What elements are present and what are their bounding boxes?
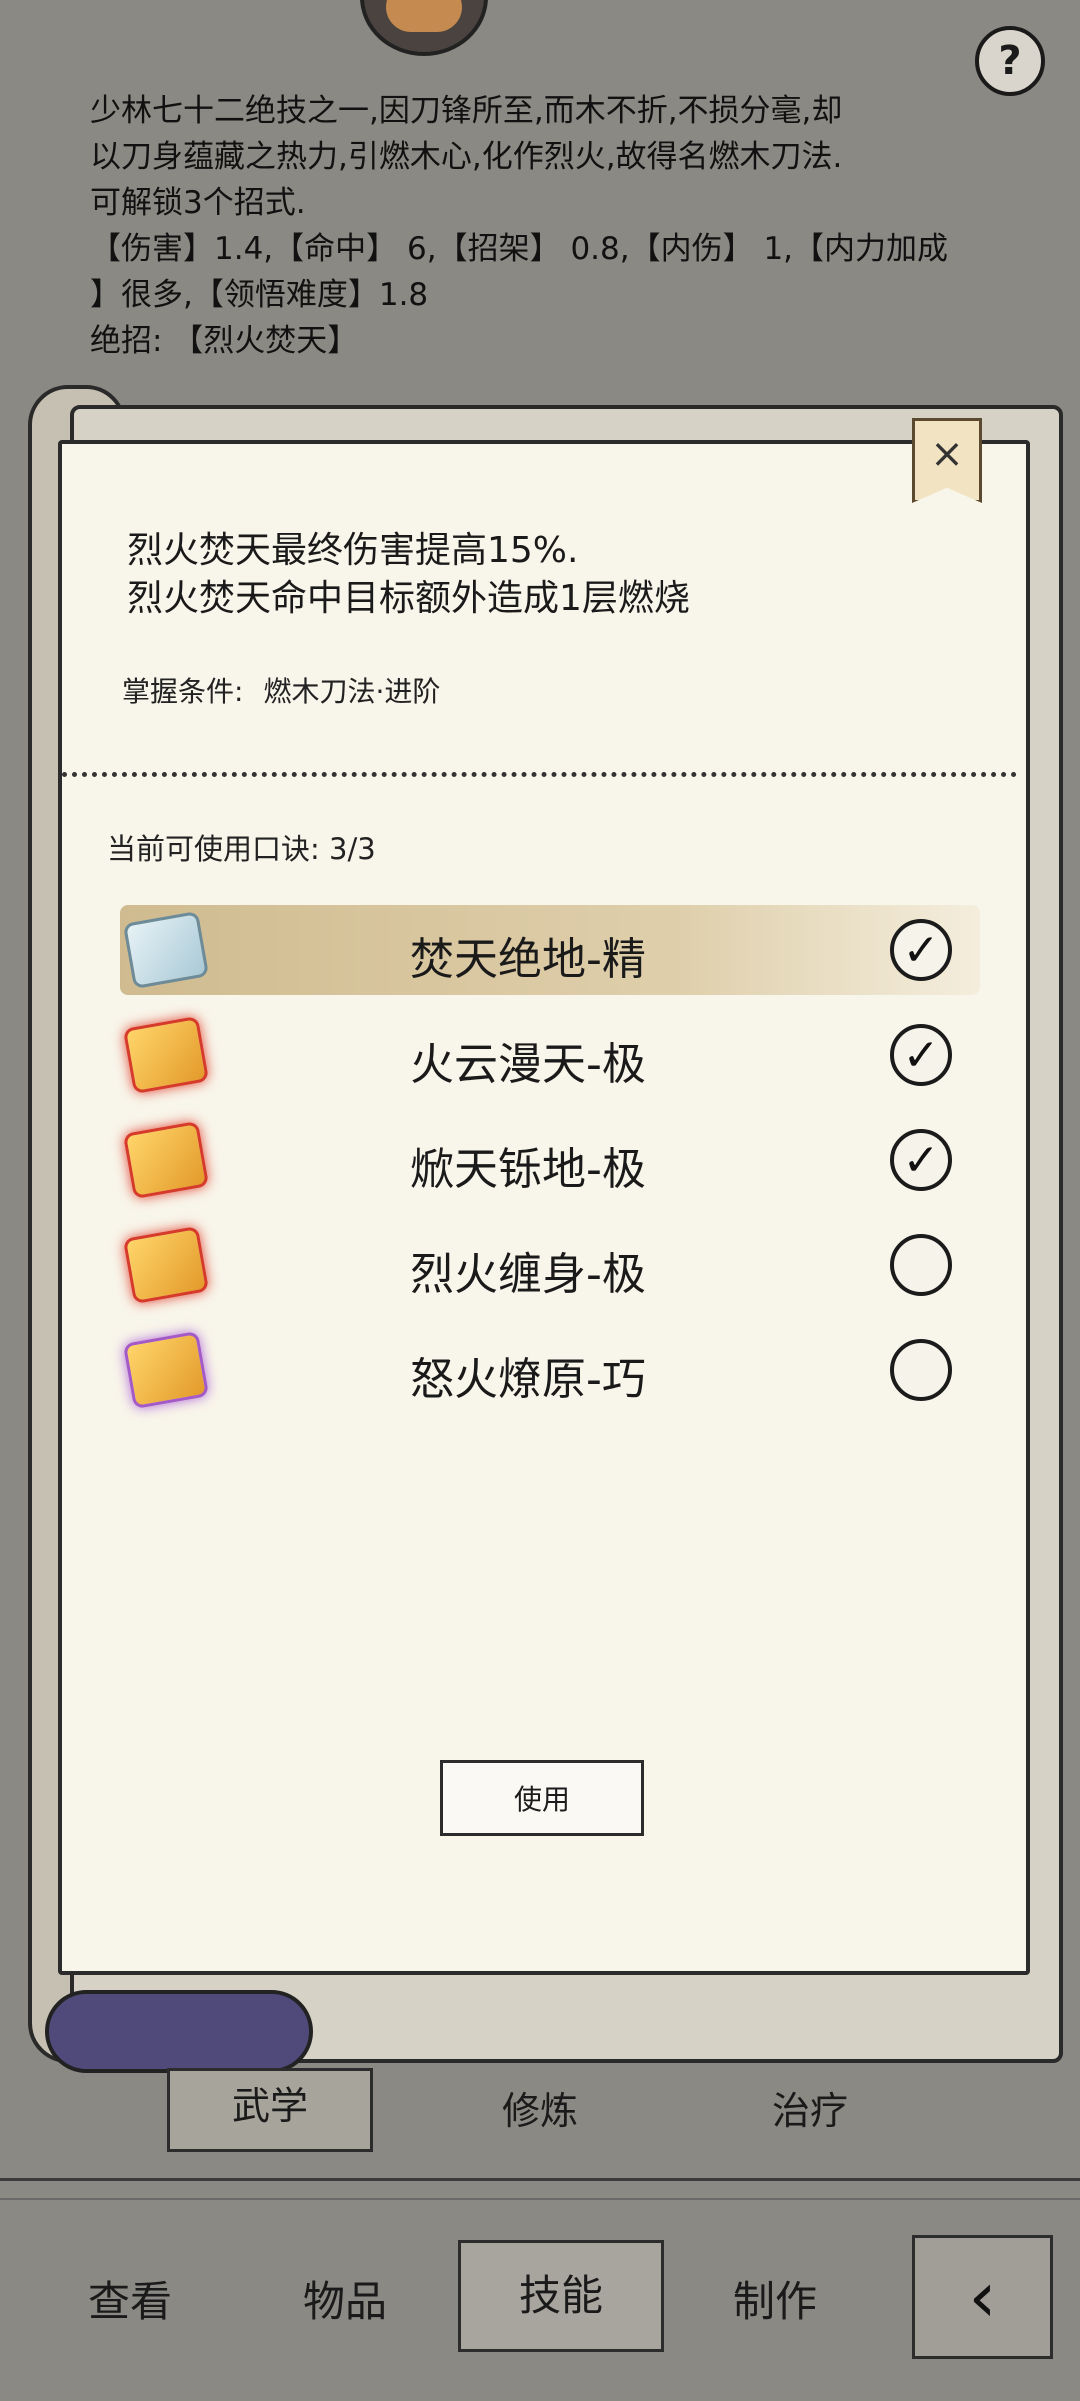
available-count: 当前可使用口诀: 3/3 <box>107 832 376 866</box>
tab-view[interactable]: 查看 <box>30 2268 230 2329</box>
skill-description: 少林七十二绝技之一,因刀锋所至,而木不折,不损分毫,却 以刀身蕴藏之热力,引燃木… <box>90 88 1050 364</box>
scroll-purple-icon <box>122 1330 210 1410</box>
effect-description: 烈火焚天最终伤害提高15%. 烈火焚天命中目标额外造成1层燃烧 <box>127 527 690 623</box>
condition-label: 掌握条件: <box>122 675 244 708</box>
checkbox-empty[interactable] <box>890 1234 952 1296</box>
subtab-healing[interactable]: 治疗 <box>710 2080 910 2135</box>
tab-items[interactable]: 物品 <box>245 2268 445 2329</box>
description-line: 】很多,【领悟难度】1.8 <box>90 277 429 313</box>
tab-crafting[interactable]: 制作 <box>675 2268 875 2329</box>
character-avatar <box>360 0 488 56</box>
divider <box>0 2198 1080 2200</box>
item-name: 烈火缠身-极 <box>410 1249 646 1300</box>
scroll-gold-icon <box>122 1120 210 1200</box>
description-line: 绝招: 【烈火焚天】 <box>90 323 359 359</box>
checkbox-checked[interactable]: ✓ <box>890 919 952 981</box>
item-name: 焮天铄地-极 <box>410 1144 646 1195</box>
description-line: 可解锁3个招式. <box>90 185 306 221</box>
scroll-end-cap <box>45 1990 313 2073</box>
item-name: 怒火燎原-巧 <box>410 1354 646 1405</box>
mastery-condition: 掌握条件: 燃木刀法·进阶 <box>122 670 440 710</box>
list-item[interactable]: 火云漫天-极 ✓ <box>120 1010 980 1100</box>
description-line: 以刀身蕴藏之热力,引燃木心,化作烈火,故得名燃木刀法. <box>90 139 843 175</box>
checkmark-icon: ✓ <box>902 1029 940 1081</box>
description-line: 少林七十二绝技之一,因刀锋所至,而木不折,不损分毫,却 <box>90 93 843 129</box>
close-icon: × <box>930 430 964 477</box>
item-name: 火云漫天-极 <box>410 1039 646 1090</box>
scroll-gold-icon <box>122 1225 210 1305</box>
list-item[interactable]: 焚天绝地-精 ✓ <box>120 905 980 995</box>
checkbox-checked[interactable]: ✓ <box>890 1024 952 1086</box>
help-icon: ? <box>998 38 1022 84</box>
dotted-divider <box>62 772 1017 777</box>
scroll-gold-icon <box>122 1015 210 1095</box>
checkmark-icon: ✓ <box>902 1134 940 1186</box>
subtab-martial-arts[interactable]: 武学 <box>167 2068 373 2152</box>
use-button[interactable]: 使用 <box>440 1760 644 1836</box>
list-item[interactable]: 怒火燎原-巧 <box>120 1325 980 1415</box>
help-button[interactable]: ? <box>975 26 1045 96</box>
checkbox-checked[interactable]: ✓ <box>890 1129 952 1191</box>
sub-tab-bar: 武学 修炼 治疗 <box>0 2068 1080 2152</box>
back-arrow-icon: ‹ <box>968 2256 997 2338</box>
description-line: 【伤害】1.4,【命中】 6,【招架】 0.8,【内伤】 1,【内力加成 <box>90 231 949 267</box>
list-item[interactable]: 焮天铄地-极 ✓ <box>120 1115 980 1205</box>
checkbox-empty[interactable] <box>890 1339 952 1401</box>
back-button[interactable]: ‹ <box>912 2235 1053 2359</box>
tab-skills[interactable]: 技能 <box>458 2240 664 2352</box>
subtab-cultivation[interactable]: 修炼 <box>440 2080 640 2135</box>
item-name: 焚天绝地-精 <box>410 934 646 985</box>
divider <box>0 2178 1080 2181</box>
effect-line: 烈火焚天最终伤害提高15%. <box>127 530 579 571</box>
condition-value: 燃木刀法·进阶 <box>263 675 441 708</box>
checkmark-icon: ✓ <box>902 924 940 976</box>
effect-line: 烈火焚天命中目标额外造成1层燃烧 <box>127 578 690 619</box>
scroll-blue-icon <box>122 910 210 990</box>
list-item[interactable]: 烈火缠身-极 <box>120 1220 980 1310</box>
